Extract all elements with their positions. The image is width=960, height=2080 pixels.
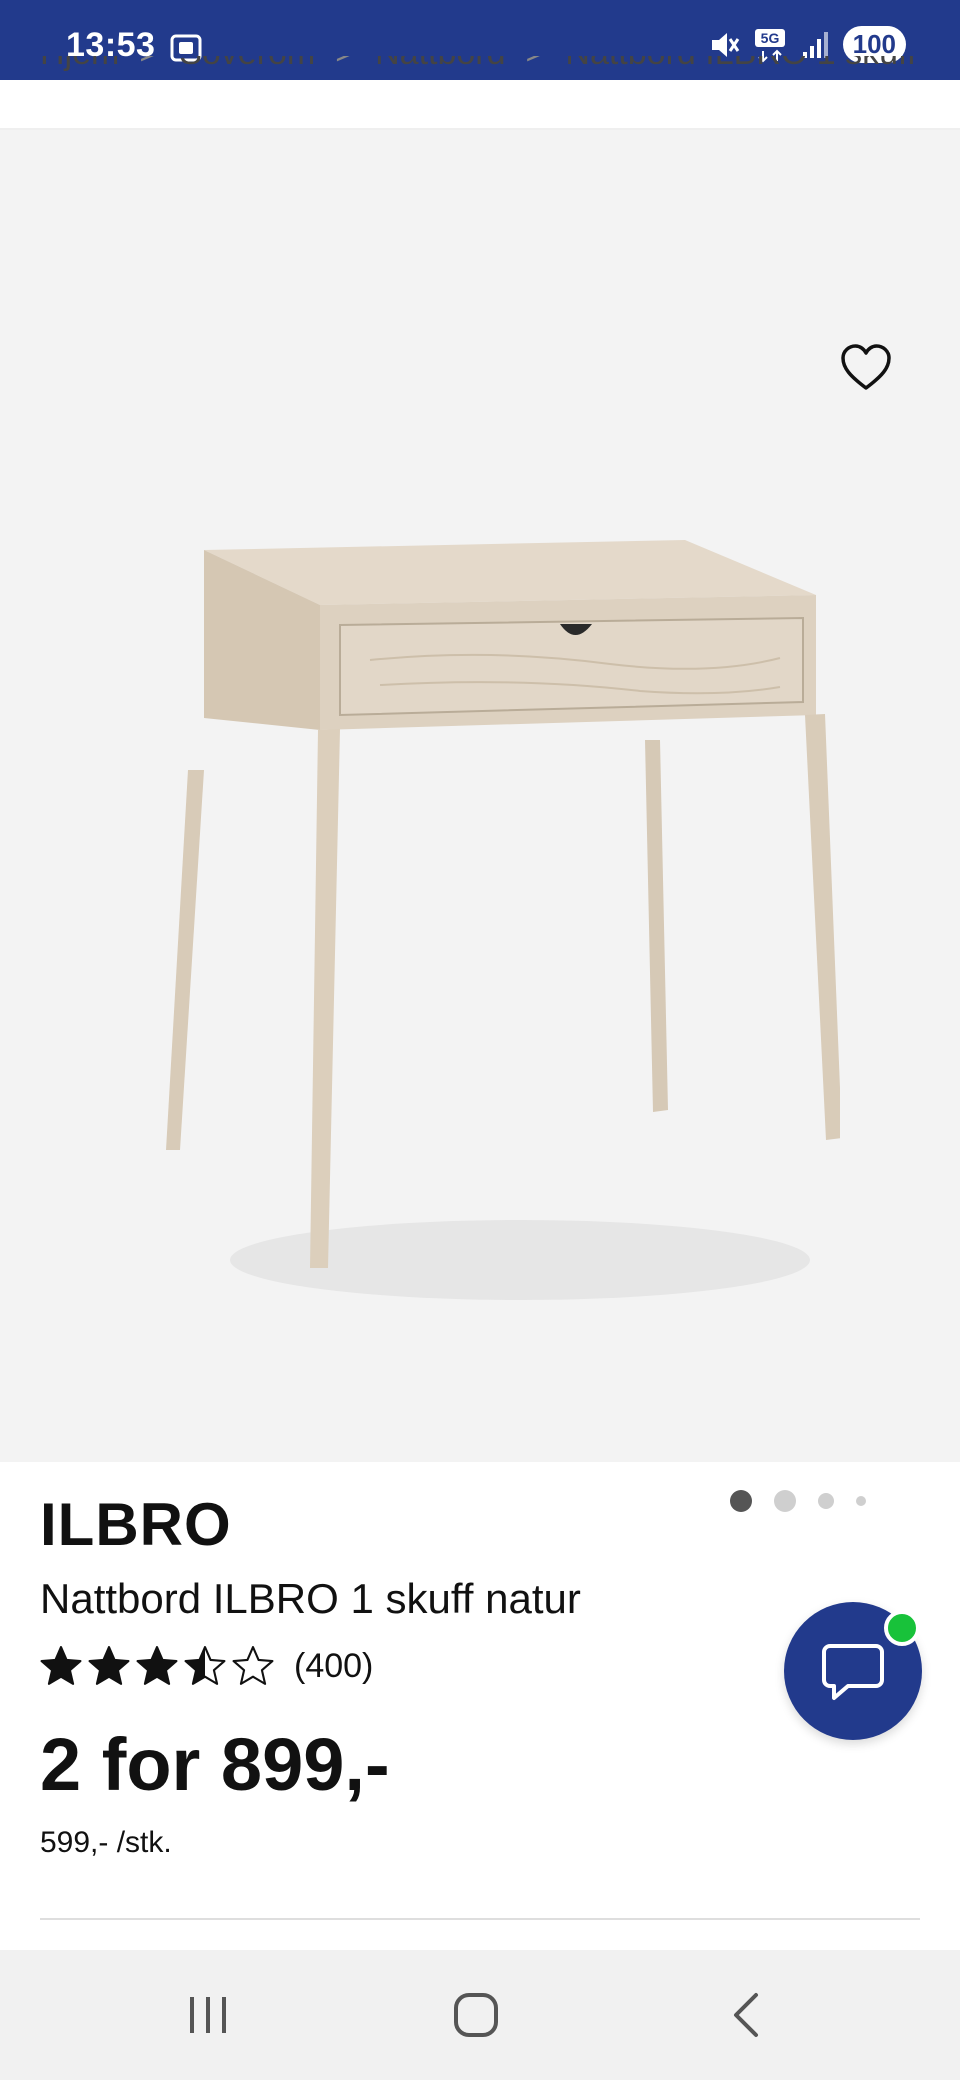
breadcrumb-separator: > bbox=[526, 56, 546, 73]
breadcrumb-item-nightstand[interactable]: Nattbord bbox=[375, 56, 505, 73]
rating[interactable]: (400) bbox=[40, 1645, 373, 1687]
review-count[interactable]: (400) bbox=[294, 1647, 373, 1686]
unit-price: 599,- /stk. bbox=[40, 1826, 172, 1859]
breadcrumb-item-home[interactable]: Hjem bbox=[40, 56, 119, 73]
recents-icon bbox=[190, 1997, 226, 2033]
home-icon bbox=[454, 1993, 498, 2037]
product-gallery[interactable] bbox=[0, 130, 960, 1512]
chat-online-badge bbox=[884, 1610, 920, 1646]
home-button[interactable] bbox=[436, 1980, 516, 2050]
breadcrumb-separator: > bbox=[335, 56, 355, 73]
product-price: 2 for 899,- bbox=[40, 1723, 390, 1806]
star-filled-icon bbox=[88, 1646, 130, 1685]
gallery-dot[interactable] bbox=[818, 1493, 834, 1509]
breadcrumb-item-bedroom[interactable]: Soverom bbox=[179, 56, 315, 73]
rating-stars bbox=[40, 1645, 274, 1687]
chat-bubble-icon bbox=[822, 1644, 884, 1700]
back-icon bbox=[734, 1993, 758, 2037]
system-nav-bar bbox=[0, 1950, 960, 2080]
signal-icon bbox=[802, 31, 828, 58]
star-filled-icon bbox=[136, 1646, 178, 1685]
product-name: Nattbord ILBRO 1 skuff natur bbox=[40, 1575, 581, 1622]
star-empty-icon bbox=[232, 1646, 274, 1685]
gallery-dot[interactable] bbox=[774, 1490, 796, 1512]
product-image-nightstand bbox=[166, 540, 840, 1300]
gallery-pagination bbox=[730, 1490, 866, 1512]
section-divider bbox=[40, 1918, 920, 1920]
gallery-dot[interactable] bbox=[730, 1490, 752, 1512]
recents-button[interactable] bbox=[168, 1980, 248, 2050]
breadcrumb-item-current: Nattbord ILBRO 1 skuff bbox=[565, 56, 916, 73]
gallery-dot[interactable] bbox=[856, 1496, 866, 1506]
star-half-icon bbox=[184, 1646, 226, 1685]
favorite-button[interactable] bbox=[836, 338, 896, 398]
breadcrumb-separator: > bbox=[139, 56, 159, 73]
star-filled-icon bbox=[40, 1646, 82, 1685]
svg-text:5G: 5G bbox=[760, 30, 779, 46]
heart-icon bbox=[841, 344, 891, 390]
product-brand: ILBRO bbox=[40, 1491, 232, 1558]
breadcrumb: Hjem > Soverom > Nattbord > Nattbord ILB… bbox=[40, 56, 940, 96]
back-button[interactable] bbox=[706, 1980, 786, 2050]
